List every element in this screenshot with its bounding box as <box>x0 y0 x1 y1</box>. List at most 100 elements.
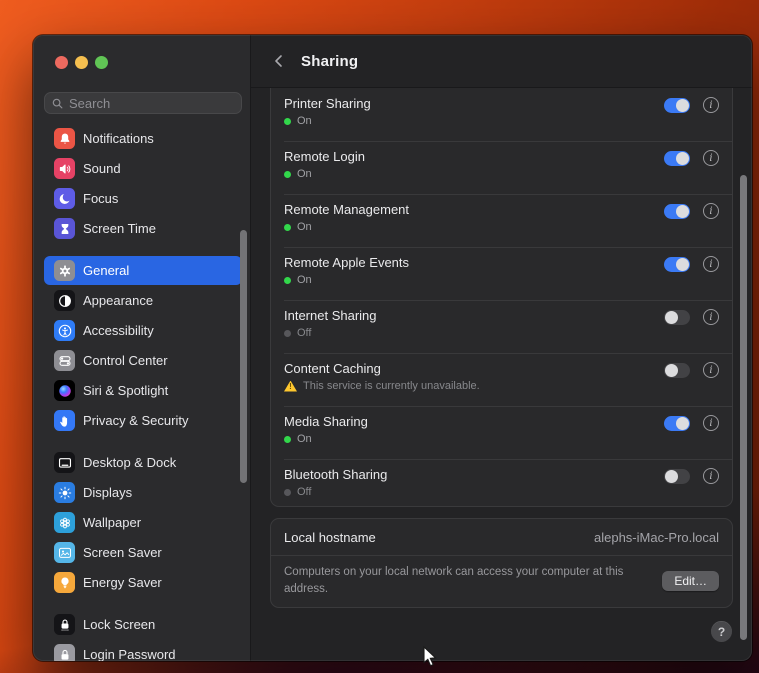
status-dot <box>284 489 291 496</box>
mouse-cursor <box>421 645 439 669</box>
sidebar-item-login-password[interactable]: Login Password <box>44 640 242 661</box>
toggle-knob <box>676 205 689 218</box>
moon-icon <box>54 188 75 209</box>
status-dot <box>284 277 291 284</box>
flower-icon <box>54 512 75 533</box>
toggle-knob <box>676 99 689 112</box>
close-window-button[interactable] <box>55 56 68 69</box>
printer-sharing-toggle[interactable] <box>664 98 690 113</box>
info-button[interactable]: i <box>703 150 719 166</box>
back-button[interactable] <box>269 51 289 71</box>
service-label: Remote Login <box>284 149 365 164</box>
service-status: On <box>297 433 312 445</box>
minimize-window-button[interactable] <box>75 56 88 69</box>
content-caching-toggle[interactable] <box>664 363 690 378</box>
service-row-printer-sharing: Printer Sharing On i <box>271 88 732 141</box>
sidebar-item-appearance[interactable]: Appearance <box>44 286 242 315</box>
service-label: Media Sharing <box>284 414 368 429</box>
sidebar-item-sound[interactable]: Sound <box>44 154 242 183</box>
local-hostname-label: Local hostname <box>284 530 376 545</box>
sidebar-item-wallpaper[interactable]: Wallpaper <box>44 508 242 537</box>
pane-header: Sharing <box>251 35 752 88</box>
sidebar-item-general[interactable]: General <box>44 256 242 285</box>
service-status: On <box>297 115 312 127</box>
lock-icon <box>54 614 75 635</box>
local-hostname-card: Local hostname alephs-iMac-Pro.local Com… <box>270 518 733 608</box>
info-button[interactable]: i <box>703 309 719 325</box>
sidebar-item-accessibility[interactable]: Accessibility <box>44 316 242 345</box>
bell-icon <box>54 128 75 149</box>
search-input[interactable]: Search <box>44 92 242 114</box>
system-settings-window: Search Notifications Sound Focus Screen … <box>33 35 752 661</box>
service-label: Printer Sharing <box>284 96 371 111</box>
hand-icon <box>54 410 75 431</box>
service-label: Content Caching <box>284 361 480 376</box>
remote-apple-events-toggle[interactable] <box>664 257 690 272</box>
search-placeholder: Search <box>69 96 110 111</box>
status-dot <box>284 330 291 337</box>
status-dot <box>284 224 291 231</box>
info-button[interactable]: i <box>703 415 719 431</box>
toggles-icon <box>54 350 75 371</box>
hostname-description: Computers on your local network can acce… <box>284 564 636 597</box>
sidebar-scrollbar[interactable] <box>240 230 247 483</box>
service-status: On <box>297 168 312 180</box>
window-icon <box>54 452 75 473</box>
remote-login-toggle[interactable] <box>664 151 690 166</box>
chevron-left-icon <box>271 53 287 69</box>
service-status: Off <box>297 327 311 339</box>
service-row-remote-management: Remote Management On i <box>271 194 732 247</box>
bluetooth-sharing-toggle[interactable] <box>664 469 690 484</box>
search-icon <box>51 97 64 110</box>
sidebar-item-displays[interactable]: Displays <box>44 478 242 507</box>
sidebar-item-notifications[interactable]: Notifications <box>44 124 242 153</box>
main-scrollbar[interactable] <box>740 175 747 640</box>
service-row-internet-sharing: Internet Sharing Off i <box>271 300 732 353</box>
lock-plain-icon <box>54 644 75 661</box>
sidebar-item-privacy-security[interactable]: Privacy & Security <box>44 406 242 435</box>
status-dot <box>284 436 291 443</box>
sidebar-item-focus[interactable]: Focus <box>44 184 242 213</box>
accessibility-icon <box>54 320 75 341</box>
gear-icon <box>54 260 75 281</box>
service-row-remote-apple-events: Remote Apple Events On i <box>271 247 732 300</box>
local-hostname-row: Local hostname alephs-iMac-Pro.local <box>271 519 732 555</box>
info-button[interactable]: i <box>703 362 719 378</box>
zoom-window-button[interactable] <box>95 56 108 69</box>
sidebar-group: Lock Screen Login Password <box>44 610 242 661</box>
sidebar-item-energy-saver[interactable]: Energy Saver <box>44 568 242 597</box>
help-button[interactable]: ? <box>711 621 732 642</box>
page-title: Sharing <box>301 53 358 70</box>
sidebar-item-siri-spotlight[interactable]: Siri & Spotlight <box>44 376 242 405</box>
service-row-media-sharing: Media Sharing On i <box>271 406 732 459</box>
sidebar-nav: Notifications Sound Focus Screen Time Ge… <box>44 124 242 661</box>
media-sharing-toggle[interactable] <box>664 416 690 431</box>
remote-management-toggle[interactable] <box>664 204 690 219</box>
sidebar: Search Notifications Sound Focus Screen … <box>33 35 251 661</box>
edit-hostname-button[interactable]: Edit… <box>662 571 719 591</box>
contrast-icon <box>54 290 75 311</box>
service-row-remote-login: Remote Login On i <box>271 141 732 194</box>
status-dot <box>284 171 291 178</box>
sidebar-group: Desktop & Dock Displays Wallpaper Screen… <box>44 448 242 597</box>
info-button[interactable]: i <box>703 203 719 219</box>
sharing-pane: Sharing Printer Sharing On i Remote Logi… <box>251 35 752 661</box>
info-button[interactable]: i <box>703 468 719 484</box>
service-status: Off <box>297 486 311 498</box>
bulb-icon <box>54 572 75 593</box>
siri-icon <box>54 380 75 401</box>
sidebar-item-desktop-dock[interactable]: Desktop & Dock <box>44 448 242 477</box>
internet-sharing-toggle[interactable] <box>664 310 690 325</box>
status-dot <box>284 118 291 125</box>
sidebar-group: Notifications Sound Focus Screen Time <box>44 124 242 243</box>
hourglass-icon <box>54 218 75 239</box>
info-button[interactable]: i <box>703 97 719 113</box>
pane-content: Printer Sharing On i Remote Login On i R… <box>251 88 752 661</box>
warning-icon: ! <box>284 381 297 392</box>
sidebar-item-screen-saver[interactable]: Screen Saver <box>44 538 242 567</box>
sidebar-item-control-center[interactable]: Control Center <box>44 346 242 375</box>
info-button[interactable]: i <box>703 256 719 272</box>
toggle-knob <box>665 364 678 377</box>
sidebar-item-screen-time[interactable]: Screen Time <box>44 214 242 243</box>
sidebar-item-lock-screen[interactable]: Lock Screen <box>44 610 242 639</box>
